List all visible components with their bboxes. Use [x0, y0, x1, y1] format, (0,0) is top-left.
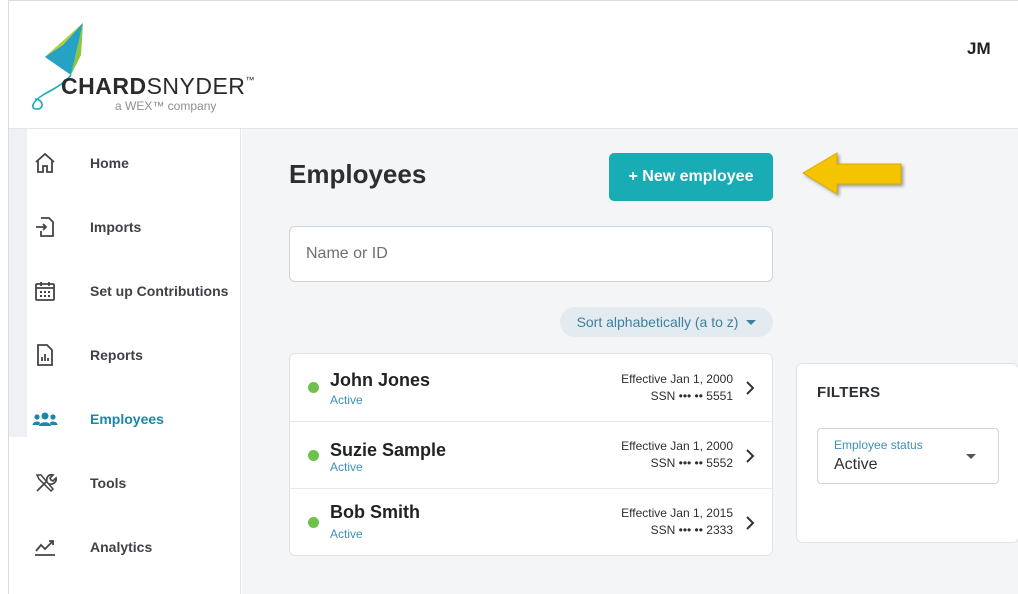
- app-window: CHARDSNYDER™ a WEX™ company JM Home Impo…: [8, 0, 1018, 594]
- employee-status-label: Employee status: [834, 438, 923, 452]
- people-icon: [32, 406, 58, 432]
- sidebar-item-label: Employees: [90, 411, 164, 427]
- ssn-masked: SSN ••• •• 5552: [650, 456, 733, 470]
- effective-date: Effective Jan 1, 2000: [621, 439, 733, 453]
- sidebar-item-employees[interactable]: Employees: [27, 394, 241, 444]
- logo-wordmark: CHARDSNYDER™: [61, 73, 255, 99]
- sidebar-item-label: Set up Contributions: [90, 283, 229, 299]
- chevron-right-icon: [746, 381, 755, 395]
- effective-date: Effective Jan 1, 2015: [621, 506, 733, 520]
- sidebar-nav: Home Imports Set up Contributions Report…: [27, 129, 241, 594]
- sidebar-item-label: Imports: [90, 219, 142, 235]
- sidebar-item-label: Analytics: [90, 539, 153, 555]
- employee-status-value: Active: [834, 456, 878, 473]
- sidebar-edge: [9, 129, 27, 437]
- sidebar-item-imports[interactable]: Imports: [27, 202, 241, 252]
- sidebar-item-tools[interactable]: Tools: [27, 458, 241, 508]
- new-employee-button[interactable]: + New employee: [609, 153, 773, 201]
- chevron-down-icon: [746, 319, 757, 325]
- employee-status-select[interactable]: Employee status Active: [817, 428, 999, 484]
- ssn-masked: SSN ••• •• 5551: [650, 389, 733, 403]
- tools-icon: [32, 470, 58, 496]
- filters-title: FILTERS: [817, 384, 881, 401]
- employee-name: Bob Smith: [330, 502, 420, 522]
- sidebar-item-analytics[interactable]: Analytics: [27, 522, 241, 572]
- search-input[interactable]: [289, 226, 773, 282]
- page-title: Employees: [289, 159, 427, 189]
- company-logo[interactable]: CHARDSNYDER™ a WEX™ company: [23, 15, 254, 119]
- employee-row[interactable]: Bob Smith Active Effective Jan 1, 2015 S…: [290, 488, 772, 555]
- ssn-masked: SSN ••• •• 2333: [650, 523, 733, 537]
- employee-list: John Jones Active Effective Jan 1, 2000 …: [289, 353, 773, 556]
- import-icon: [32, 214, 58, 240]
- sidebar-item-label: Tools: [90, 475, 127, 491]
- employee-name: Suzie Sample: [330, 440, 447, 460]
- employee-row[interactable]: John Jones Active Effective Jan 1, 2000 …: [290, 354, 772, 421]
- kite-logo-icon: [31, 23, 83, 110]
- logo-tagline: a WEX™ company: [115, 99, 217, 113]
- employee-name: John Jones: [330, 370, 431, 390]
- sidebar-item-label: Reports: [90, 347, 143, 363]
- employee-status: Active: [330, 393, 363, 407]
- employee-status: Active: [330, 527, 363, 541]
- sidebar-item-reports[interactable]: Reports: [27, 330, 241, 380]
- sort-dropdown[interactable]: Sort alphabetically (a to z): [560, 307, 773, 337]
- sidebar-item-set-up-contributions[interactable]: Set up Contributions: [27, 266, 241, 316]
- employee-row[interactable]: Suzie Sample Active Effective Jan 1, 200…: [290, 421, 772, 488]
- status-dot: [308, 382, 319, 393]
- employee-status: Active: [330, 460, 363, 474]
- sort-label: Sort alphabetically (a to z): [576, 314, 739, 330]
- chevron-right-icon: [746, 449, 755, 463]
- analytics-icon: [32, 534, 58, 560]
- top-header: CHARDSNYDER™ a WEX™ company JM: [9, 1, 1018, 129]
- pointer-arrow-icon: [802, 152, 902, 195]
- status-dot: [308, 450, 319, 461]
- chevron-down-icon: [966, 454, 976, 459]
- report-icon: [32, 342, 58, 368]
- effective-date: Effective Jan 1, 2000: [621, 372, 733, 386]
- main-content: Employees + New employee Sort alphabetic…: [242, 129, 1018, 594]
- chevron-right-icon: [746, 516, 755, 530]
- home-icon: [32, 150, 58, 176]
- calendar-icon: [32, 278, 58, 304]
- sidebar-item-home[interactable]: Home: [27, 138, 241, 188]
- user-avatar-initials[interactable]: JM: [967, 39, 991, 59]
- filters-panel: FILTERS Employee status Active: [796, 363, 1018, 543]
- status-dot: [308, 517, 319, 528]
- sidebar-item-label: Home: [90, 155, 129, 171]
